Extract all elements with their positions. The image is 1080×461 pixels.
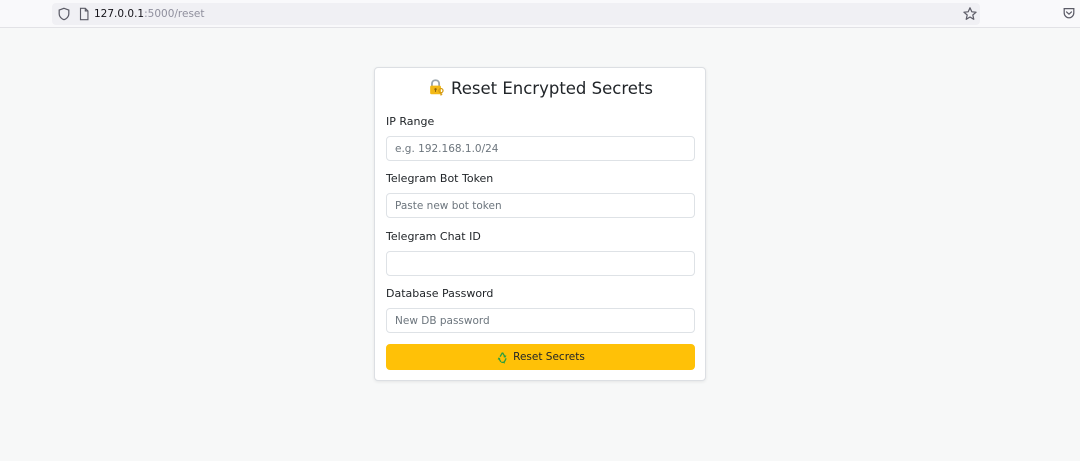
- recycle-icon: [497, 351, 507, 364]
- ip-range-label: IP Range: [386, 115, 435, 128]
- telegram-chat-id-input[interactable]: [386, 251, 695, 276]
- page-icon[interactable]: [77, 7, 91, 21]
- telegram-bot-token-label: Telegram Bot Token: [386, 172, 494, 185]
- ip-range-input[interactable]: [386, 136, 695, 161]
- telegram-chat-id-label: Telegram Chat ID: [386, 230, 481, 243]
- url-path: :5000/reset: [144, 8, 205, 20]
- reset-secrets-button-label: Reset Secrets: [513, 351, 585, 363]
- telegram-bot-token-input[interactable]: [386, 193, 695, 218]
- database-password-input[interactable]: [386, 308, 695, 333]
- bookmark-star-icon[interactable]: [962, 6, 978, 22]
- lock-with-key-icon: [430, 79, 444, 96]
- card-title-text: Reset Encrypted Secrets: [451, 79, 653, 98]
- shield-icon[interactable]: [57, 7, 71, 21]
- reset-secrets-card: Reset Encrypted Secrets IP Range Telegra…: [374, 67, 706, 381]
- url-text[interactable]: 127.0.0.1:5000/reset: [94, 7, 205, 21]
- pocket-icon[interactable]: [1062, 6, 1076, 20]
- address-bar[interactable]: 127.0.0.1:5000/reset: [52, 3, 980, 25]
- database-password-label: Database Password: [386, 287, 494, 300]
- reset-secrets-button[interactable]: Reset Secrets: [386, 344, 695, 370]
- url-host: 127.0.0.1: [94, 8, 145, 20]
- card-title-heading: Reset Encrypted Secrets: [375, 78, 705, 100]
- browser-toolbar: 127.0.0.1:5000/reset: [0, 0, 1080, 28]
